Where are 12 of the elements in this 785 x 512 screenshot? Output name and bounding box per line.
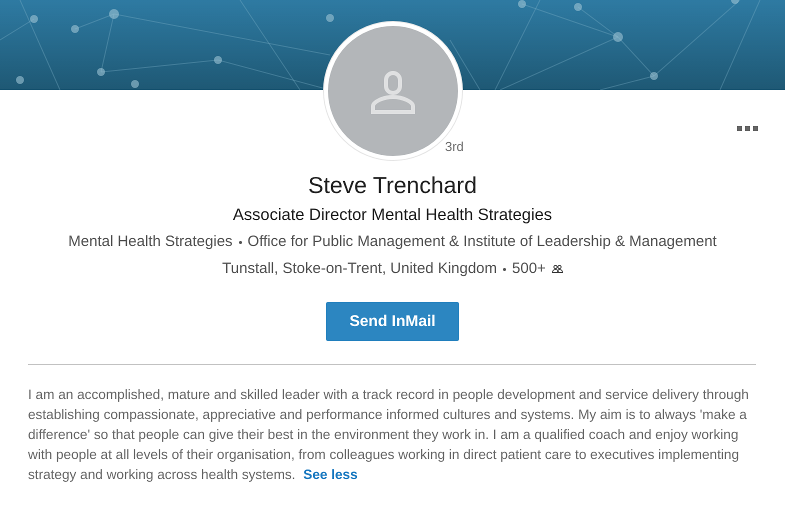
connection-count: 500+ — [512, 259, 546, 279]
organization: Office for Public Management & Institute of Leadership & Management — [248, 232, 717, 252]
people-icon — [552, 265, 563, 273]
more-icon[interactable] — [737, 126, 759, 132]
location: Tunstall, Stoke-on-Trent, United Kingdom — [222, 259, 498, 279]
headline: Associate Director Mental Health Strategies — [232, 205, 552, 226]
see-less-link[interactable]: See less — [303, 467, 358, 482]
profile-name: Steve Trenchard — [308, 171, 477, 199]
summary-text: I am an accomplished, mature and skilled leader with a track record in people development and service delivery through establishing compassionate, appreciative and performance informed cultures and systems. My aim is to always 'make a difference' so that people can give their best in the environment they work in. I am a qualified coach and enjoy working with people at all levels of their organisation, from colleagues working in direct patient care to executives implementing strategy and working across health systems. See less — [28, 386, 750, 484]
organization: Mental Health Strategies — [68, 232, 233, 252]
send-inmail-button[interactable]: Send InMail — [326, 302, 459, 341]
connection-degree: 3rd — [445, 139, 464, 154]
